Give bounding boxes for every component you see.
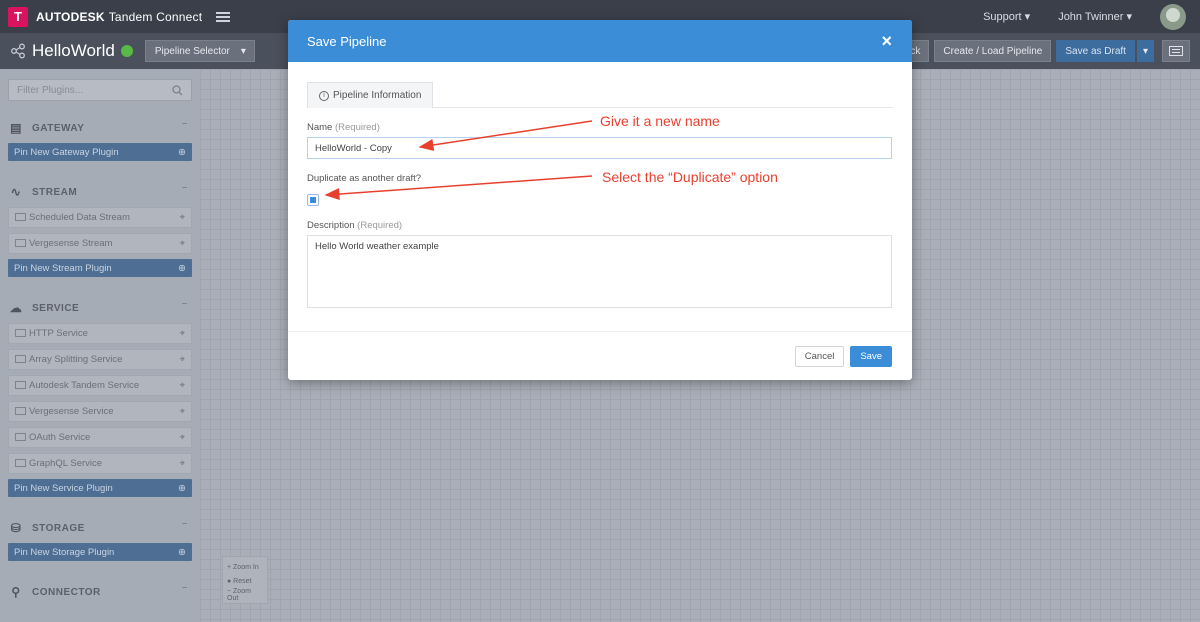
annotation-duplicate-hint: Select the “Duplicate” option (602, 169, 778, 185)
annotation-arrows (324, 120, 593, 201)
arrow-to-name-field (418, 120, 593, 151)
arrow-to-duplicate-checkbox (324, 175, 593, 201)
annotation-name-hint: Give it a new name (600, 113, 720, 129)
